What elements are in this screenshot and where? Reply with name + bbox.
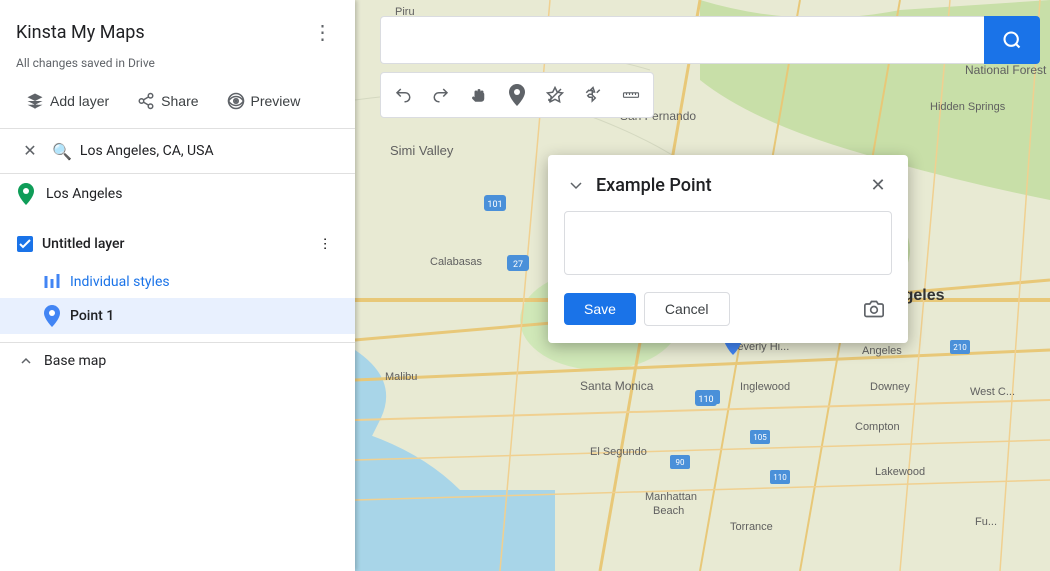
route-icon — [584, 86, 602, 104]
layer-header: Untitled layer ⋮ — [0, 222, 355, 266]
individual-styles-row[interactable]: Individual styles — [0, 266, 355, 298]
search-icon: 🔍 — [52, 142, 72, 161]
panel-header: Kinsta My Maps ⋮ — [0, 0, 355, 56]
measure-button[interactable] — [613, 77, 649, 113]
svg-text:El Segundo: El Segundo — [590, 446, 647, 458]
share-icon — [137, 92, 155, 110]
preview-icon — [227, 92, 245, 110]
basemap-label: Base map — [44, 353, 106, 369]
point-pin-icon — [42, 306, 62, 326]
popup-dialog: Example Point ✕ Save Cancel — [548, 155, 908, 343]
left-panel: Kinsta My Maps ⋮ All changes saved in Dr… — [0, 0, 355, 571]
svg-text:110: 110 — [773, 473, 787, 482]
search-query-text: Los Angeles, CA, USA — [80, 143, 214, 159]
basemap-section[interactable]: Base map — [0, 342, 355, 379]
svg-text:Inglewood: Inglewood — [740, 381, 790, 393]
undo-icon — [394, 86, 412, 104]
style-icon — [42, 272, 62, 292]
share-button[interactable]: Share — [127, 86, 208, 116]
layer-menu-button[interactable]: ⋮ — [311, 230, 339, 258]
draw-line-icon — [546, 86, 564, 104]
popup-collapse-button[interactable] — [564, 173, 588, 197]
add-route-button[interactable] — [575, 77, 611, 113]
search-clear-button[interactable]: ✕ — [16, 137, 44, 165]
svg-text:National Forest: National Forest — [965, 63, 1047, 77]
svg-text:101: 101 — [487, 200, 502, 210]
svg-text:Simi Valley: Simi Valley — [390, 143, 454, 158]
svg-text:Downey: Downey — [870, 381, 910, 393]
collapse-icon — [16, 351, 36, 371]
svg-text:Malibu: Malibu — [385, 371, 417, 383]
svg-text:Lakewood: Lakewood — [875, 466, 925, 478]
layer-more-icon: ⋮ — [318, 236, 331, 252]
svg-text:Manhattan: Manhattan — [645, 491, 697, 503]
pan-button[interactable] — [461, 77, 497, 113]
redo-icon — [432, 86, 450, 104]
place-pin-icon — [16, 184, 36, 204]
panel-actions: Add layer Share Preview — [0, 82, 355, 129]
camera-icon — [864, 299, 884, 319]
saved-status: All changes saved in Drive — [0, 56, 355, 82]
preview-button[interactable]: Preview — [217, 86, 311, 116]
toolbar — [380, 72, 654, 118]
preview-label: Preview — [251, 93, 301, 109]
layer-checkbox-icon[interactable] — [16, 235, 34, 253]
individual-styles-label: Individual styles — [70, 274, 170, 290]
search-row: ✕ 🔍 Los Angeles, CA, USA — [16, 137, 339, 165]
search-section: ✕ 🔍 Los Angeles, CA, USA — [0, 129, 355, 174]
draw-line-button[interactable] — [537, 77, 573, 113]
top-search-input[interactable] — [380, 16, 984, 64]
share-label: Share — [161, 93, 198, 109]
svg-text:27: 27 — [513, 260, 523, 270]
svg-text:110: 110 — [698, 395, 713, 405]
svg-text:Calabasas: Calabasas — [430, 256, 482, 268]
add-layer-icon — [26, 92, 44, 110]
layer-section: Untitled layer ⋮ Individual styles — [0, 214, 355, 342]
point-row[interactable]: Point 1 — [0, 298, 355, 334]
place-row[interactable]: Los Angeles — [0, 174, 355, 214]
svg-text:Hidden Springs: Hidden Springs — [930, 101, 1006, 113]
collapse-icon — [569, 178, 583, 192]
svg-text:Angeles: Angeles — [862, 345, 902, 357]
popup-close-button[interactable]: ✕ — [864, 171, 892, 199]
popup-description-textarea[interactable] — [564, 211, 892, 275]
close-icon: ✕ — [23, 141, 36, 161]
add-layer-button[interactable]: Add layer — [16, 86, 119, 116]
app-title: Kinsta My Maps — [16, 22, 145, 43]
svg-text:90: 90 — [676, 458, 685, 467]
search-submit-icon — [1002, 30, 1022, 50]
popup-title-row: Example Point ✕ — [564, 171, 892, 199]
svg-text:West C...: West C... — [970, 386, 1015, 398]
svg-text:210: 210 — [953, 343, 967, 352]
place-name: Los Angeles — [46, 186, 122, 202]
marker-icon — [508, 84, 526, 106]
redo-button[interactable] — [423, 77, 459, 113]
top-search-bar — [380, 16, 1040, 64]
popup-title: Example Point — [596, 175, 712, 196]
popup-camera-button[interactable] — [856, 291, 892, 327]
svg-text:Santa Monica: Santa Monica — [580, 379, 654, 393]
add-marker-button[interactable] — [499, 77, 535, 113]
svg-text:105: 105 — [753, 433, 767, 442]
add-layer-label: Add layer — [50, 93, 109, 109]
undo-button[interactable] — [385, 77, 421, 113]
ruler-icon — [622, 86, 640, 104]
popup-save-button[interactable]: Save — [564, 293, 636, 325]
point-label: Point 1 — [70, 308, 114, 324]
popup-actions: Save Cancel — [564, 291, 892, 327]
popup-title-left: Example Point — [564, 173, 712, 197]
svg-text:Fu...: Fu... — [975, 516, 997, 528]
top-search-button[interactable] — [984, 16, 1040, 64]
layer-title-row: Untitled layer — [16, 235, 125, 253]
hand-icon — [470, 86, 488, 104]
layer-title: Untitled layer — [42, 236, 125, 252]
more-options-icon: ⋮ — [313, 20, 334, 45]
panel-menu-button[interactable]: ⋮ — [307, 16, 339, 48]
close-x-icon: ✕ — [870, 175, 885, 196]
svg-text:Compton: Compton — [855, 421, 900, 433]
svg-text:Beach: Beach — [653, 505, 684, 517]
svg-text:Torrance: Torrance — [730, 521, 773, 533]
popup-cancel-button[interactable]: Cancel — [644, 292, 730, 326]
